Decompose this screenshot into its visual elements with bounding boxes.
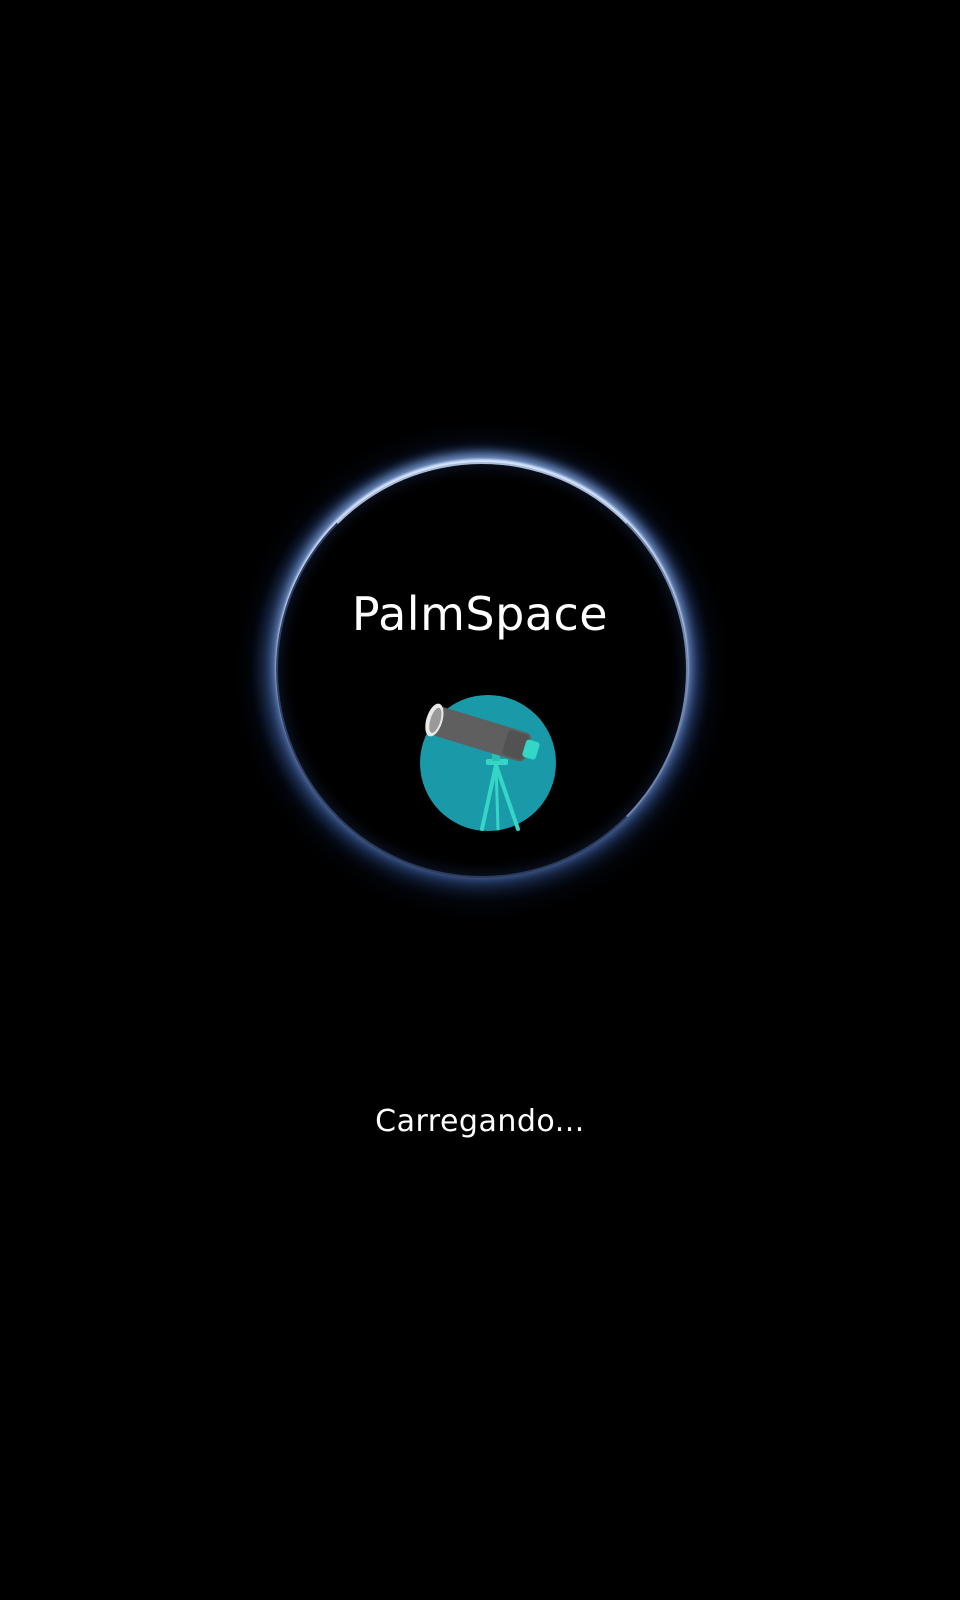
telescope-icon xyxy=(420,695,556,831)
splash-screen: PalmSpace Carregando... xyxy=(0,0,960,1600)
loading-status-text: Carregando... xyxy=(375,1104,585,1139)
app-logo xyxy=(420,695,556,831)
app-title: PalmSpace xyxy=(351,587,609,641)
